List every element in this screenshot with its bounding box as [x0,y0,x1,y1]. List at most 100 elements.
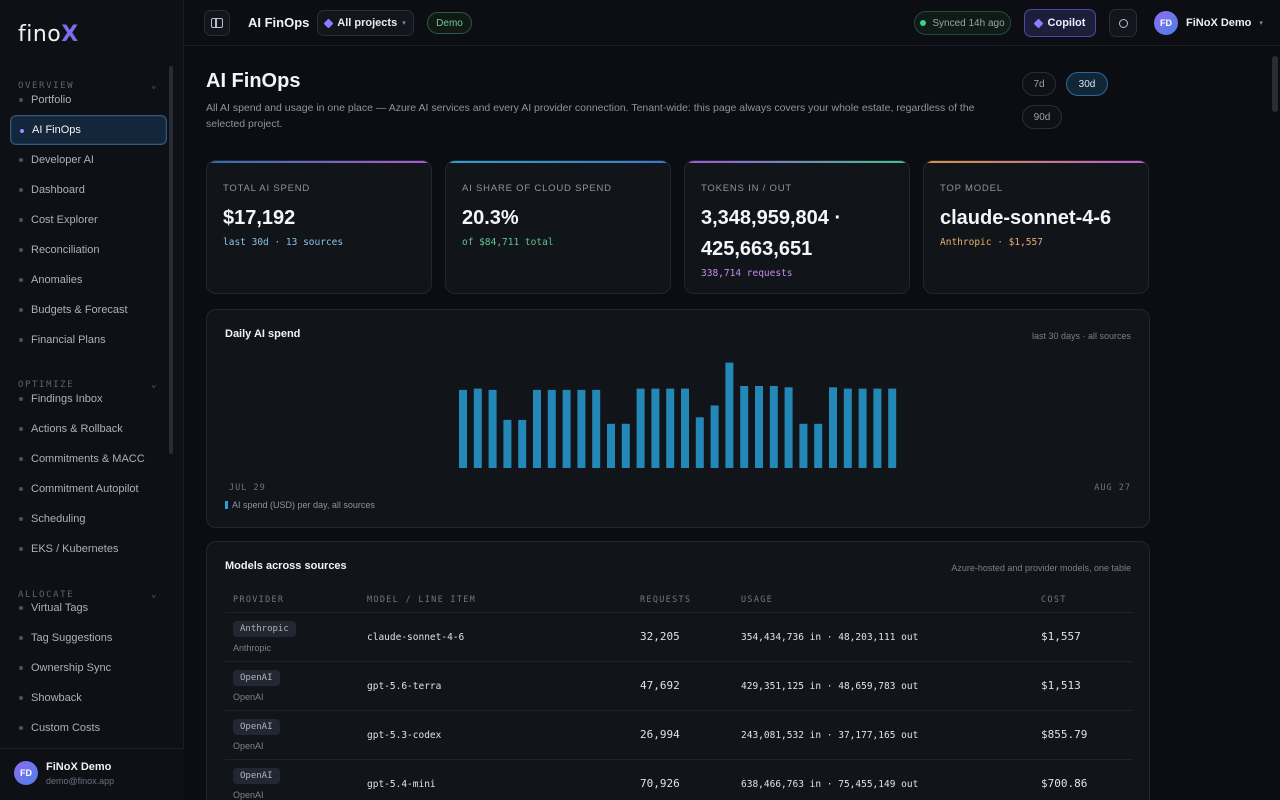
chart-bar[interactable] [488,389,497,468]
copilot-button[interactable]: Copilot [1024,9,1096,37]
table-row[interactable]: OpenAI OpenAI gpt-5.3-codex 26,994 243,081,5… [225,710,1133,759]
sidebar-item-budgets-forecast[interactable]: Budgets & Forecast [10,295,167,325]
table-row[interactable]: OpenAI OpenAI gpt-5.4-mini 70,926 638,466,76… [225,759,1133,800]
sidebar-item-dashboard[interactable]: Dashboard [10,175,167,205]
chart-bar[interactable] [799,423,808,468]
chart-bar[interactable] [533,389,541,468]
user-menu[interactable]: FD FiNoX Demo ▾ [1154,11,1263,35]
chart-bar[interactable] [873,388,882,468]
sidebar-item-findings-inbox[interactable]: Findings Inbox [10,384,167,414]
sidebar-user[interactable]: FD FiNoX Demo demo@finox.app [0,748,184,800]
range-7d-button[interactable]: 7d [1022,72,1056,96]
chart-bar[interactable] [518,419,527,468]
kpi-label: TOKENS IN / OUT [701,183,793,194]
table-row[interactable]: OpenAI OpenAI gpt-5.6-terra 47,692 429,351,1… [225,661,1133,710]
chart-bar[interactable] [695,417,704,468]
sidebar-item-commitment-autopilot[interactable]: Commitment Autopilot [10,474,167,504]
sidebar-item-financial-plans[interactable]: Financial Plans [10,325,167,355]
column-header[interactable]: PROVIDER [233,595,284,605]
kpi-tokens: TOKENS IN / OUT 3,348,959,804 · 425,663,… [684,160,910,294]
chart-bar[interactable] [829,387,837,468]
range-30d-button[interactable]: 30d [1066,72,1108,96]
sidebar-item-developer-ai[interactable]: Developer AI [10,145,167,175]
column-header[interactable]: REQUESTS [640,595,691,605]
sidebar-item-label: Reconciliation [31,244,100,256]
panel-title: Daily AI spend [225,328,301,340]
chart-bar[interactable] [858,388,867,468]
usage-cell: 243,081,532 in · 37,177,165 out [741,730,919,741]
bullet-icon [19,636,23,640]
chart-bar[interactable] [725,362,734,468]
demo-badge: Demo [427,12,472,34]
chart-bar[interactable] [577,389,586,468]
sidebar-item-custom-costs[interactable]: Custom Costs [10,713,167,743]
brand-name: fino [18,22,62,47]
sidebar-item-eks-kubernetes[interactable]: EKS / Kubernetes [10,534,167,564]
chart-bar[interactable] [681,388,689,468]
sidebar-item-commitments-macc[interactable]: Commitments & MACC [10,444,167,474]
chart-bar[interactable] [592,389,601,468]
chart-bar[interactable] [888,388,897,468]
sidebar-scrollbar[interactable] [169,66,173,454]
bullet-icon [19,158,23,162]
bullet-icon [19,427,23,431]
model-cell: claude-sonnet-4-6 [367,632,465,643]
sidebar-item-label: Tag Suggestions [31,632,113,644]
usage-cell: 429,351,125 in · 48,659,783 out [741,681,919,692]
sidebar-item-label: Anomalies [31,274,83,286]
accent-bar [207,161,431,163]
sidebar-item-tag-suggestions[interactable]: Tag Suggestions [10,623,167,653]
chart-bar[interactable] [562,389,571,468]
sidebar-item-virtual-tags[interactable]: Virtual Tags [10,593,167,623]
kpi-value: 3,348,959,804 · 425,663,651 [701,207,842,260]
chart-bar[interactable] [547,389,556,468]
chart-bar[interactable] [769,386,778,468]
chart-bar[interactable] [784,387,793,468]
sun-icon [1118,18,1128,28]
theme-toggle-button[interactable] [1109,9,1137,37]
sidebar-item-portfolio[interactable]: Portfolio [10,85,167,115]
sidebar-item-reconciliation[interactable]: Reconciliation [10,235,167,265]
cost-cell: $700.86 [1041,777,1088,790]
column-header[interactable]: MODEL / LINE ITEM [367,595,476,605]
chart-bar[interactable] [651,388,660,468]
user-name: FiNoX Demo [46,761,112,773]
project-selector[interactable]: All projects ▾ [317,10,414,36]
brand-mark: X [61,22,79,47]
column-header[interactable]: USAGE [741,595,773,605]
sidebar-item-anomalies[interactable]: Anomalies [10,265,167,295]
range-90d-button[interactable]: 90d [1022,105,1062,129]
legend-label: AI spend (USD) per day, all sources [232,500,375,510]
sidebar-item-cost-explorer[interactable]: Cost Explorer [10,205,167,235]
app-title: AI FinOps [248,15,310,30]
bullet-icon [19,547,23,551]
column-header[interactable]: COST [1041,595,1067,605]
sidebar-item-ai-finops[interactable]: AI FinOps [10,115,167,145]
sidebar-item-actions-rollback[interactable]: Actions & Rollback [10,414,167,444]
sidebar-item-ownership-sync[interactable]: Ownership Sync [10,653,167,683]
chart-bar[interactable] [636,388,645,468]
chart-bar[interactable] [473,388,482,468]
sidebar-item-label: AI FinOps [32,124,81,136]
usage-cell: 354,434,736 in · 48,203,111 out [741,632,919,643]
cost-cell: $1,557 [1041,630,1081,643]
chart-bar[interactable] [843,388,852,468]
chart-bar[interactable] [621,423,630,468]
chart-bar[interactable] [666,388,675,468]
chart-bar[interactable] [740,386,749,468]
chart-bar[interactable] [814,423,823,468]
brand-logo[interactable]: finoX [18,22,79,47]
sync-status[interactable]: Synced 14h ago [914,11,1011,35]
chart-bar[interactable] [710,405,719,469]
sidebar-toggle-button[interactable] [204,10,230,36]
chart-bar[interactable] [607,423,615,468]
chart-bar[interactable] [755,386,763,468]
table-row[interactable]: Anthropic Anthropic claude-sonnet-4-6 32,20… [225,612,1133,661]
panel-title: Models across sources [225,560,347,572]
page-scrollbar[interactable] [1272,56,1278,112]
chart-bar[interactable] [503,419,512,468]
bullet-icon [19,726,23,730]
sidebar-item-showback[interactable]: Showback [10,683,167,713]
chart-bar[interactable] [459,389,467,468]
sidebar-item-scheduling[interactable]: Scheduling [10,504,167,534]
